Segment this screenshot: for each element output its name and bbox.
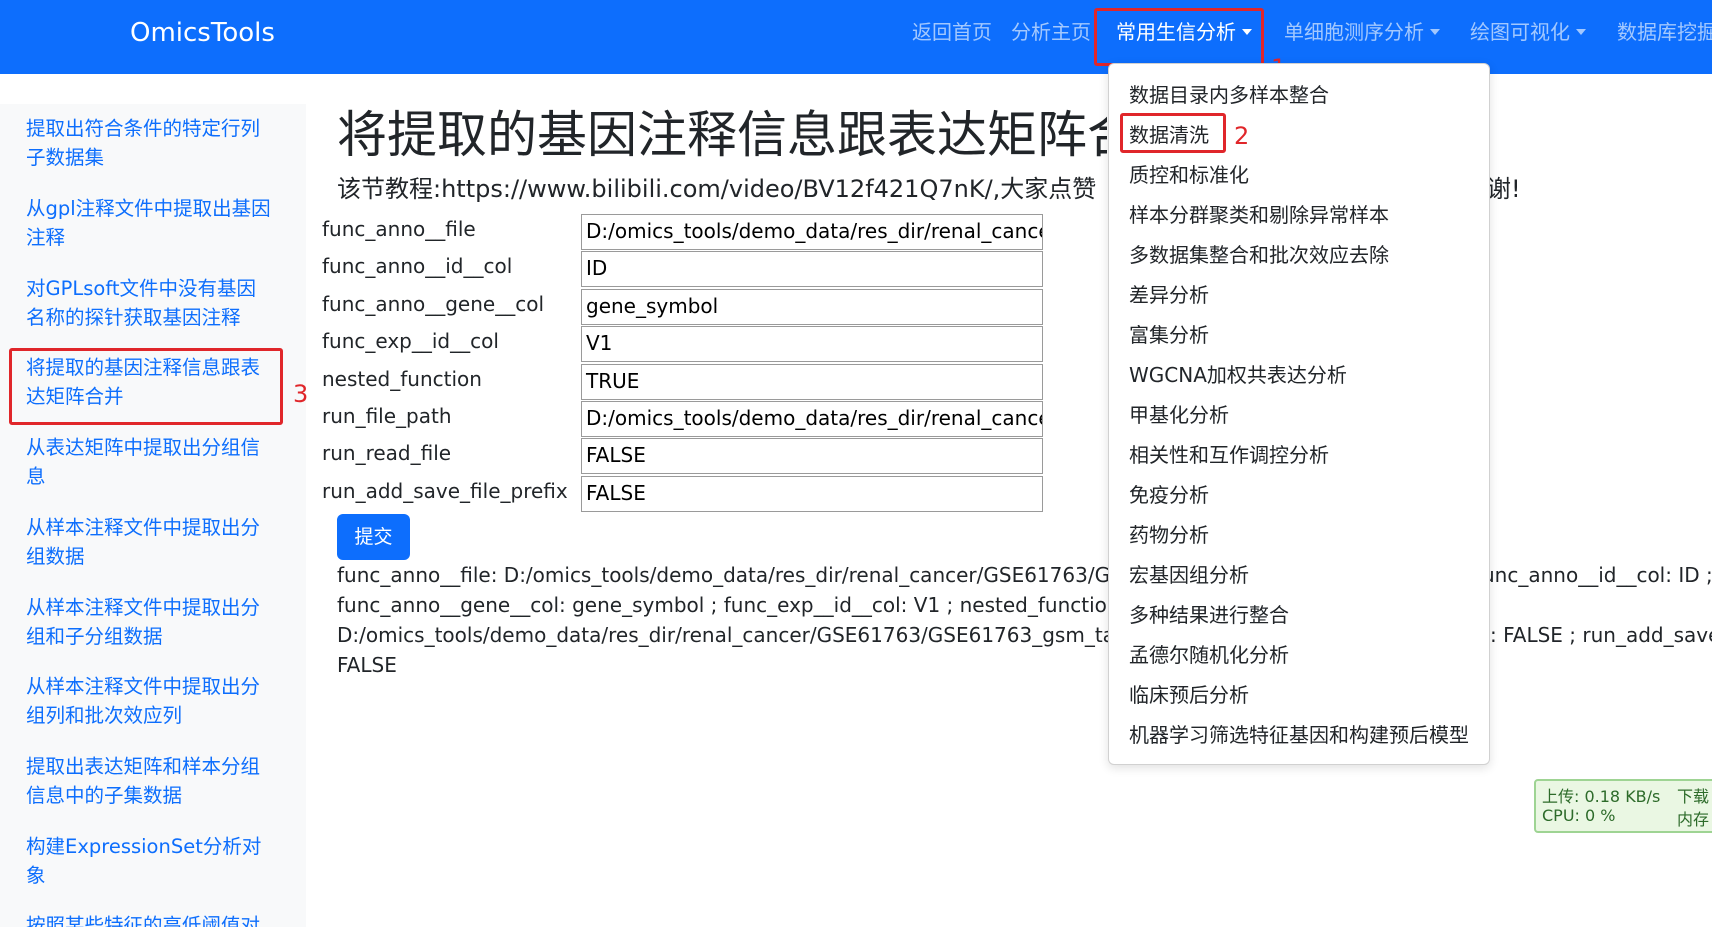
page-title: 将提取的基因注释信息跟表达矩阵合并 bbox=[337, 106, 1107, 164]
sidebar-item-subgroup-data[interactable]: 从样本注释文件中提取出分组和子分组数据 bbox=[26, 593, 271, 651]
param-label: func_anno__file bbox=[322, 217, 476, 241]
dropdown-item-data-cleaning[interactable]: 数据清洗 bbox=[1129, 119, 1209, 148]
dropdown-item-qc-normalization[interactable]: 质控和标准化 bbox=[1129, 159, 1249, 188]
param-input-run-read-file[interactable]: FALSE bbox=[581, 438, 1043, 474]
sidebar-item-group-data[interactable]: 从样本注释文件中提取出分组数据 bbox=[26, 513, 271, 571]
param-label: func_anno__gene__col bbox=[322, 292, 545, 316]
dropdown-item-drug[interactable]: 药物分析 bbox=[1129, 519, 1209, 548]
nav-visualization-label: 绘图可视化 bbox=[1470, 20, 1570, 44]
param-input-run-file-path[interactable]: D:/omics_tools/demo_data/res_dir/renal_c… bbox=[581, 401, 1043, 437]
dropdown-item-clinical-prognosis[interactable]: 临床预后分析 bbox=[1129, 679, 1249, 708]
nav-analysis-home[interactable]: 分析主页 bbox=[1011, 16, 1091, 45]
result-line-4: FALSE bbox=[337, 653, 397, 677]
dropdown-item-correlation[interactable]: 相关性和互作调控分析 bbox=[1129, 439, 1329, 468]
sidebar-item-group-from-matrix[interactable]: 从表达矩阵中提取出分组信息 bbox=[26, 433, 271, 491]
brand-logo[interactable]: OmicsTools bbox=[130, 18, 275, 48]
result-line-1-tail: unc_anno__id__col: ID ; bbox=[1482, 563, 1712, 587]
nav-single-cell-label: 单细胞测序分析 bbox=[1284, 20, 1424, 44]
sidebar-item-gplsoft[interactable]: 对GPLsoft文件中没有基因名称的探针获取基因注释 bbox=[26, 274, 271, 332]
sidebar-item-threshold[interactable]: 按照某些特征的高低阈值对 bbox=[26, 911, 271, 927]
chevron-down-icon bbox=[1430, 29, 1440, 35]
annotation-number-3: 3 bbox=[293, 380, 309, 408]
result-line-1: func_anno__file: D:/omics_tools/demo_dat… bbox=[337, 563, 1146, 587]
nav-visualization-dropdown[interactable]: 绘图可视化 bbox=[1470, 16, 1586, 45]
param-input-run-add-save-file-prefix[interactable]: FALSE bbox=[581, 476, 1043, 512]
nav-home[interactable]: 返回首页 bbox=[912, 16, 992, 45]
dropdown-item-differential[interactable]: 差异分析 bbox=[1129, 279, 1209, 308]
sidebar-item-expressionset[interactable]: 构建ExpressionSet分析对象 bbox=[26, 832, 271, 890]
sidebar: 提取出符合条件的特定行列子数据集 从gpl注释文件中提取出基因注释 对GPLso… bbox=[0, 104, 306, 927]
sidebar-item-gpl-anno[interactable]: 从gpl注释文件中提取出基因注释 bbox=[26, 194, 271, 252]
upload-speed: 上传: 0.18 KB/s bbox=[1542, 787, 1661, 806]
param-input-func-anno-file[interactable]: D:/omics_tools/demo_data/res_dir/renal_c… bbox=[581, 214, 1043, 250]
param-label: func_exp__id__col bbox=[322, 329, 499, 353]
dropdown-item-result-integration[interactable]: 多种结果进行整合 bbox=[1129, 599, 1289, 628]
dropdown-item-immune[interactable]: 免疫分析 bbox=[1129, 479, 1209, 508]
dropdown-item-machine-learning[interactable]: 机器学习筛选特征基因和构建预后模型 bbox=[1129, 719, 1469, 748]
memory-usage: 内存 bbox=[1677, 810, 1710, 829]
chevron-down-icon bbox=[1242, 29, 1252, 35]
chevron-down-icon bbox=[1576, 29, 1586, 35]
param-input-func-anno-gene-col[interactable]: gene_symbol bbox=[581, 289, 1043, 325]
network-monitor-widget: 上传: 0.18 KB/s 下载 CPU: 0 % 内存 bbox=[1534, 779, 1712, 833]
param-input-func-anno-id-col[interactable]: ID bbox=[581, 251, 1043, 287]
param-label: func_anno__id__col bbox=[322, 254, 513, 278]
result-line-3-tail: : FALSE ; run_add_save_ bbox=[1490, 623, 1712, 647]
common-bioinfo-dropdown-menu: 数据目录内多样本整合 数据清洗 质控和标准化 样本分群聚类和剔除异常样本 多数据… bbox=[1108, 63, 1490, 765]
dropdown-item-metagenome[interactable]: 宏基因组分析 bbox=[1129, 559, 1249, 588]
sidebar-item-batch-column[interactable]: 从样本注释文件中提取出分组列和批次效应列 bbox=[26, 672, 271, 730]
dropdown-item-wgcna[interactable]: WGCNA加权共表达分析 bbox=[1129, 359, 1347, 388]
tutorial-subtitle-left: 该节教程:https://www.bilibili.com/video/BV12… bbox=[337, 175, 1097, 203]
nav-common-bioinfo-dropdown[interactable]: 常用生信分析 bbox=[1116, 16, 1252, 45]
dropdown-item-methylation[interactable]: 甲基化分析 bbox=[1129, 399, 1229, 428]
param-input-nested-function[interactable]: TRUE bbox=[581, 364, 1043, 400]
param-label: run_add_save_file_prefix bbox=[322, 479, 568, 503]
param-label: run_read_file bbox=[322, 441, 452, 465]
result-line-2: func_anno__gene__col: gene_symbol ; func… bbox=[337, 593, 1159, 617]
nav-common-bioinfo-label: 常用生信分析 bbox=[1116, 20, 1236, 44]
nav-database-mining[interactable]: 数据库挖掘 bbox=[1617, 16, 1712, 45]
param-label: run_file_path bbox=[322, 404, 452, 428]
cpu-usage: CPU: 0 % bbox=[1542, 806, 1616, 825]
submit-button[interactable]: 提交 bbox=[337, 514, 410, 560]
param-input-func-exp-id-col[interactable]: V1 bbox=[581, 326, 1043, 362]
sidebar-item-merge-anno[interactable]: 将提取的基因注释信息跟表达矩阵合并 bbox=[26, 353, 271, 411]
dropdown-item-mendelian[interactable]: 孟德尔随机化分析 bbox=[1129, 639, 1289, 668]
dropdown-item-sample-clustering[interactable]: 样本分群聚类和剔除异常样本 bbox=[1129, 199, 1389, 228]
dropdown-item-batch-removal[interactable]: 多数据集整合和批次效应去除 bbox=[1129, 239, 1389, 268]
tutorial-subtitle-right: 谢! bbox=[1487, 175, 1521, 203]
dropdown-item-multi-sample-merge[interactable]: 数据目录内多样本整合 bbox=[1129, 79, 1329, 108]
sidebar-item-subset[interactable]: 提取出符合条件的特定行列子数据集 bbox=[26, 114, 271, 172]
dropdown-item-enrichment[interactable]: 富集分析 bbox=[1129, 319, 1209, 348]
nav-single-cell-dropdown[interactable]: 单细胞测序分析 bbox=[1284, 16, 1440, 45]
sidebar-item-subset-matrix[interactable]: 提取出表达矩阵和样本分组信息中的子集数据 bbox=[26, 752, 271, 810]
result-line-3: D:/omics_tools/demo_data/res_dir/renal_c… bbox=[337, 623, 1146, 647]
download-speed: 下载 bbox=[1677, 787, 1710, 806]
param-label: nested_function bbox=[322, 367, 482, 391]
annotation-number-2: 2 bbox=[1234, 122, 1250, 150]
